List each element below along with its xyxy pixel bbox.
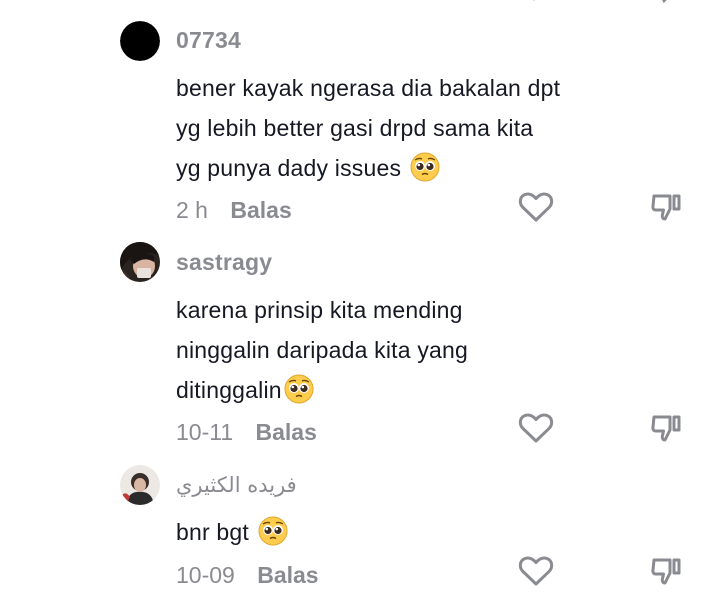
reply-button[interactable]: Balas — [230, 197, 291, 224]
pleading-face-emoji — [284, 374, 314, 416]
comment-line: yg lebih better gasi drpd sama kita — [176, 115, 534, 141]
comment-line: bnr bgt — [176, 512, 636, 558]
comment-meta: 10-09 Balas — [176, 562, 319, 589]
pleading-face-emoji — [410, 152, 440, 194]
comment-text: bnr bgt — [176, 512, 636, 558]
thumbs-down-icon[interactable] — [646, 408, 686, 448]
avatar[interactable] — [120, 21, 160, 61]
pleading-face-emoji — [258, 516, 288, 558]
username[interactable]: فريده الكثيري — [176, 473, 297, 497]
previous-comment-fragment — [0, 0, 720, 4]
username[interactable]: sastragy — [176, 249, 272, 276]
comment-line: karena prinsip kita mending — [176, 297, 463, 323]
thumbs-down-icon[interactable] — [646, 551, 686, 591]
avatar[interactable] — [120, 242, 160, 282]
comment-text: karena prinsip kita mending ninggalin da… — [176, 290, 636, 416]
avatar[interactable] — [120, 465, 160, 505]
reply-button[interactable]: Balas — [256, 419, 317, 446]
comment-line: ninggalin daripada kita yang — [176, 337, 469, 363]
heart-icon[interactable] — [516, 551, 556, 591]
timestamp: 10-09 — [176, 562, 235, 588]
heart-icon[interactable] — [516, 187, 556, 227]
comment-text: bener kayak ngerasa dia bakalan dpt yg l… — [176, 68, 636, 194]
thumbs-down-icon[interactable] — [646, 187, 686, 227]
comment-line: ditinggalin — [176, 370, 636, 416]
comment-meta: 10-11 Balas — [176, 419, 317, 446]
username[interactable]: 07734 — [176, 27, 241, 54]
timestamp: 2 h — [176, 197, 208, 223]
timestamp: 10-11 — [176, 419, 234, 445]
reply-button[interactable]: Balas — [257, 562, 318, 589]
comment-meta: 2 h Balas — [176, 197, 292, 224]
comment-line: yg punya dady issues — [176, 148, 636, 194]
heart-icon[interactable] — [516, 408, 556, 448]
comment-line: bener kayak ngerasa dia bakalan dpt — [176, 75, 561, 101]
